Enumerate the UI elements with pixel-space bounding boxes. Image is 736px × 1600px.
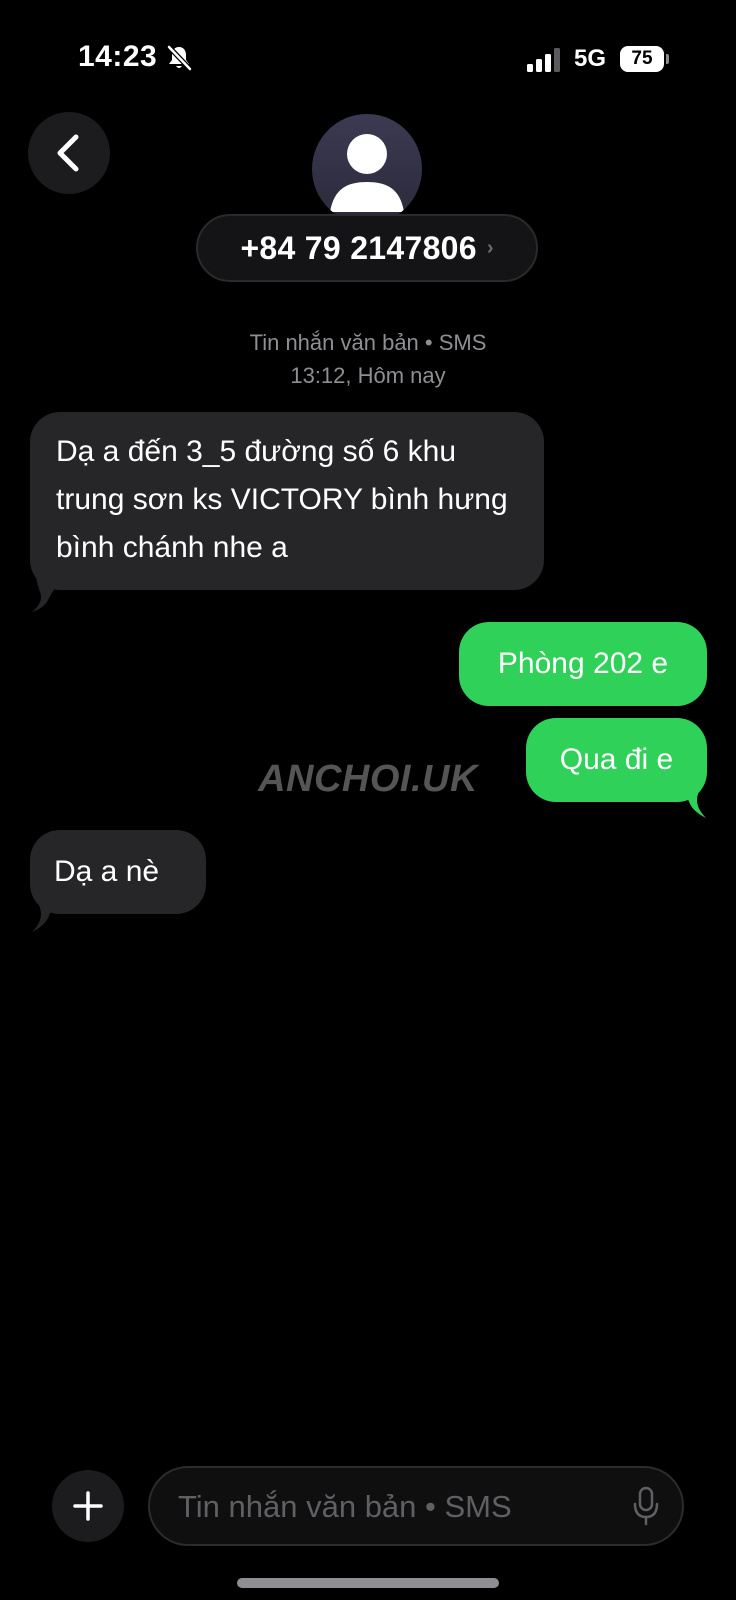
status-time: 14:23 (78, 40, 158, 73)
message-input-placeholder: Tin nhắn văn bản • SMS (178, 1489, 512, 1524)
battery-icon: 75 (620, 46, 664, 72)
message-text: Dạ a đến 3_5 đường số 6 khu trung sơn ks… (56, 435, 508, 564)
microphone-icon[interactable] (632, 1486, 660, 1526)
watermark: ANCHOI.UK (258, 758, 478, 800)
message-bubble-outgoing[interactable]: Phòng 202 e (459, 622, 707, 706)
back-button[interactable] (28, 112, 110, 194)
message-input[interactable]: Tin nhắn văn bản • SMS (148, 1466, 684, 1546)
bubble-tail (32, 892, 62, 932)
contact-name-button[interactable]: +84 79 2147806 › (196, 214, 538, 282)
battery-level: 75 (631, 48, 653, 69)
back-chevron-icon (57, 134, 79, 172)
avatar[interactable] (312, 114, 422, 224)
bubble-tail (32, 578, 62, 612)
message-timestamp: 13:12, Hôm nay (290, 363, 446, 388)
plus-icon (73, 1491, 103, 1521)
message-text: Dạ a nè (54, 855, 160, 888)
home-indicator[interactable] (237, 1578, 499, 1588)
cellular-signal-icon (527, 48, 560, 72)
contact-number: +84 79 2147806 (240, 229, 477, 266)
message-bubble-incoming[interactable]: Dạ a đến 3_5 đường số 6 khu trung sơn ks… (30, 412, 544, 590)
person-icon (330, 134, 404, 212)
chevron-right-icon: › (486, 236, 494, 259)
battery-tip (666, 54, 669, 64)
network-type: 5G (574, 45, 607, 72)
bell-slash-icon (167, 45, 192, 71)
message-type-label: Tin nhắn văn bản • SMS (249, 330, 487, 355)
message-text: Phòng 202 e (497, 647, 669, 680)
add-attachment-button[interactable] (52, 1470, 124, 1542)
